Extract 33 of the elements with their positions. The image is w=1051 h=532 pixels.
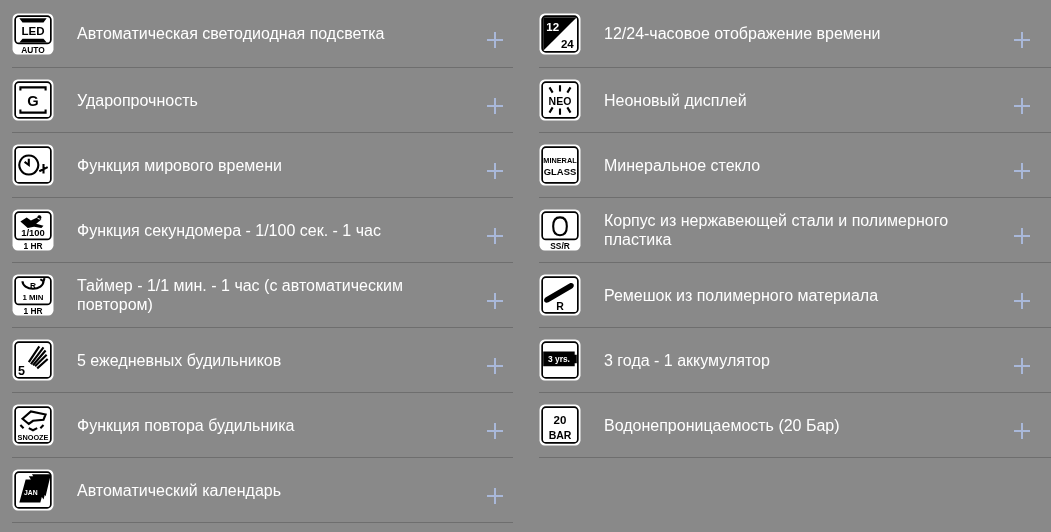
feature-title: Функция мирового времени bbox=[77, 155, 283, 175]
feature-title: Ремешок из полимерного материала bbox=[604, 285, 880, 305]
badge-caption: 1 HR bbox=[23, 306, 43, 316]
badge-caption: 1 HR bbox=[23, 241, 43, 251]
feature-title: Автоматический календарь bbox=[77, 480, 283, 500]
badge-text: 5 bbox=[17, 363, 25, 378]
badge-text: 3 yrs. bbox=[548, 354, 570, 365]
badge-text: NEO bbox=[548, 94, 572, 107]
feature-title: Минеральное стекло bbox=[604, 155, 762, 175]
badge-caption: SS/R bbox=[550, 241, 570, 251]
feature-title: Функция секундомера - 1/100 сек. - 1 час bbox=[77, 220, 382, 240]
feature-title: Водонепроницаемость (20 Бар) bbox=[604, 415, 841, 435]
badge-text: LED bbox=[21, 24, 45, 37]
feature-title: Функция повтора будильника bbox=[77, 415, 296, 435]
badge-text: 20 bbox=[553, 413, 567, 426]
feature-title: Корпус из нержавеющей стали и полимерного пластика bbox=[604, 211, 950, 249]
badge-text: MINERAL bbox=[543, 155, 577, 165]
feature-title: 5 ежедневных будильников bbox=[77, 350, 283, 370]
badge-text: 1/100 bbox=[21, 227, 45, 239]
badge-text: BAR bbox=[548, 428, 572, 441]
badge-caption: AUTO bbox=[21, 44, 45, 55]
badge-text: R bbox=[556, 299, 564, 312]
badge-text: SNOOZE bbox=[17, 433, 49, 443]
badge-text: GLASS bbox=[543, 166, 577, 178]
badge-text: 12 bbox=[546, 20, 560, 33]
feature-title: 12/24-часовое отображение времени bbox=[604, 24, 882, 43]
feature-title: 3 года - 1 аккумулятор bbox=[604, 350, 771, 370]
badge-text: G bbox=[27, 93, 39, 110]
feature-title: Автоматическая светодиодная подсветка bbox=[77, 24, 386, 43]
feature-title: Ударопрочность bbox=[77, 90, 199, 110]
badge-text: 24 bbox=[560, 37, 574, 50]
feature-title: Неоновый дисплей bbox=[604, 90, 748, 110]
feature-title: Таймер - 1/1 мин. - 1 час (с автоматическим повтором) bbox=[77, 276, 404, 314]
